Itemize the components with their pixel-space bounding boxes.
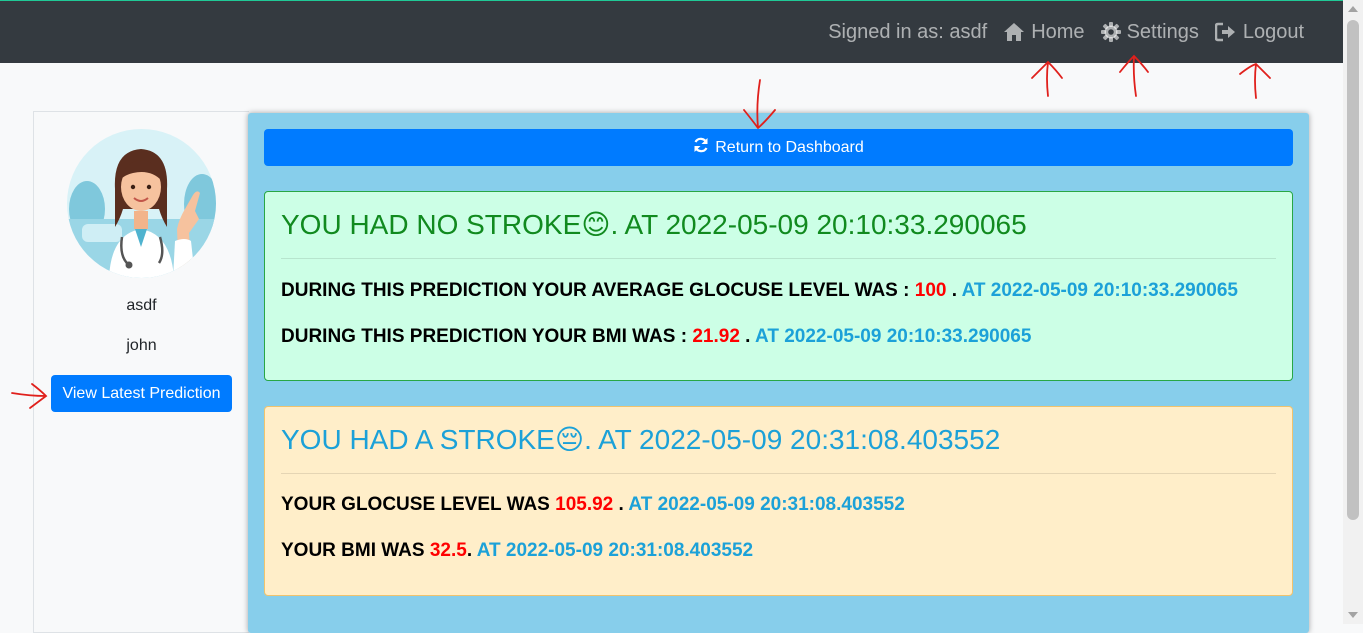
bmi-line-label: YOUR BMI WAS [281, 540, 430, 561]
card-divider [281, 258, 1276, 259]
annotation-arrow-logout [1239, 62, 1271, 99]
scrollbar[interactable] [1343, 0, 1363, 624]
settings-label: Settings [1126, 20, 1199, 43]
card-divider [281, 473, 1276, 474]
glucose-separator: . [946, 280, 962, 301]
annotation-arrow-home [1031, 60, 1063, 97]
no-stroke-title-text: YOU HAD NO STROKE [281, 209, 582, 240]
doctor-avatar [67, 129, 216, 278]
glucose-value: 100 [914, 280, 947, 301]
home-label: Home [1031, 20, 1085, 43]
logout-icon [1214, 22, 1237, 42]
scroll-down-arrow[interactable] [1348, 612, 1358, 618]
nav-settings-link[interactable]: Settings [1100, 20, 1199, 44]
glucose-value: 105.92 [555, 494, 614, 515]
no-stroke-title: YOU HAD NO STROKE😊. AT 2022-05-09 20:10:… [281, 208, 1027, 241]
glucose-line-label: DURING THIS PREDICTION YOUR AVERAGE GLOC… [281, 280, 915, 301]
glucose-line-label: YOUR GLOCUSE LEVEL WAS [281, 494, 556, 515]
no-stroke-bmi-line: DURING THIS PREDICTION YOUR BMI WAS : 21… [281, 326, 1031, 348]
bmi-separator: . [466, 540, 477, 561]
navbar: Signed in as: asdf Home Settings Logout [0, 1, 1343, 63]
main-panel: Return to Dashboard YOU HAD NO STROKE😊. … [248, 113, 1309, 633]
bmi-timestamp: AT 2022-05-09 20:10:33.290065 [755, 326, 1032, 347]
scroll-thumb[interactable] [1347, 20, 1359, 520]
scroll-up-arrow[interactable] [1348, 6, 1358, 12]
bmi-value: 21.92 [692, 326, 740, 347]
bmi-value: 32.5 [429, 540, 467, 561]
refresh-icon [693, 137, 709, 158]
stroke-glucose-line: YOUR GLOCUSE LEVEL WAS 105.92 . AT 2022-… [281, 494, 905, 516]
stroke-title-text: YOU HAD A STROKE [281, 424, 555, 455]
nav-items: Signed in as: asdf Home Settings Logout [828, 1, 1304, 63]
stroke-result-card: YOU HAD A STROKE😔. AT 2022-05-09 20:31:0… [264, 406, 1293, 596]
nav-logout-link[interactable]: Logout [1214, 20, 1304, 44]
glucose-timestamp: AT 2022-05-09 20:10:33.290065 [961, 280, 1238, 301]
profile-username: asdf [126, 297, 157, 314]
nav-home-link[interactable]: Home [1003, 20, 1085, 44]
glucose-timestamp: AT 2022-05-09 20:31:08.403552 [628, 494, 905, 515]
bmi-line-label: DURING THIS PREDICTION YOUR BMI WAS : [281, 326, 693, 347]
no-stroke-result-card: YOU HAD NO STROKE😊. AT 2022-05-09 20:10:… [264, 191, 1293, 381]
glucose-separator: . [613, 494, 629, 515]
view-latest-prediction-button[interactable]: View Latest Prediction [51, 375, 232, 412]
profile-name: john [126, 337, 157, 354]
logout-label: Logout [1242, 20, 1304, 43]
gear-icon [1100, 22, 1121, 42]
stroke-title: YOU HAD A STROKE😔. AT 2022-05-09 20:31:0… [281, 423, 1000, 456]
no-stroke-title-timestamp: . AT 2022-05-09 20:10:33.290065 [610, 209, 1027, 240]
stroke-bmi-line: YOUR BMI WAS 32.5. AT 2022-05-09 20:31:0… [281, 540, 753, 562]
stroke-title-timestamp: . AT 2022-05-09 20:31:08.403552 [584, 424, 1001, 455]
sad-emoji-icon: 😔 [554, 423, 585, 456]
bmi-separator: . [739, 326, 756, 347]
home-icon [1003, 22, 1025, 42]
profile-sidebar: asdf john View Latest Prediction [33, 111, 249, 633]
no-stroke-glucose-line: DURING THIS PREDICTION YOUR AVERAGE GLOC… [281, 280, 1238, 302]
bmi-timestamp: AT 2022-05-09 20:31:08.403552 [476, 540, 754, 561]
dashboard-button-label: Return to Dashboard [715, 138, 864, 156]
signed-in-text: Signed in as: asdf [828, 20, 988, 43]
return-to-dashboard-button[interactable]: Return to Dashboard [264, 129, 1293, 166]
smile-emoji-icon: 😊 [581, 208, 611, 241]
